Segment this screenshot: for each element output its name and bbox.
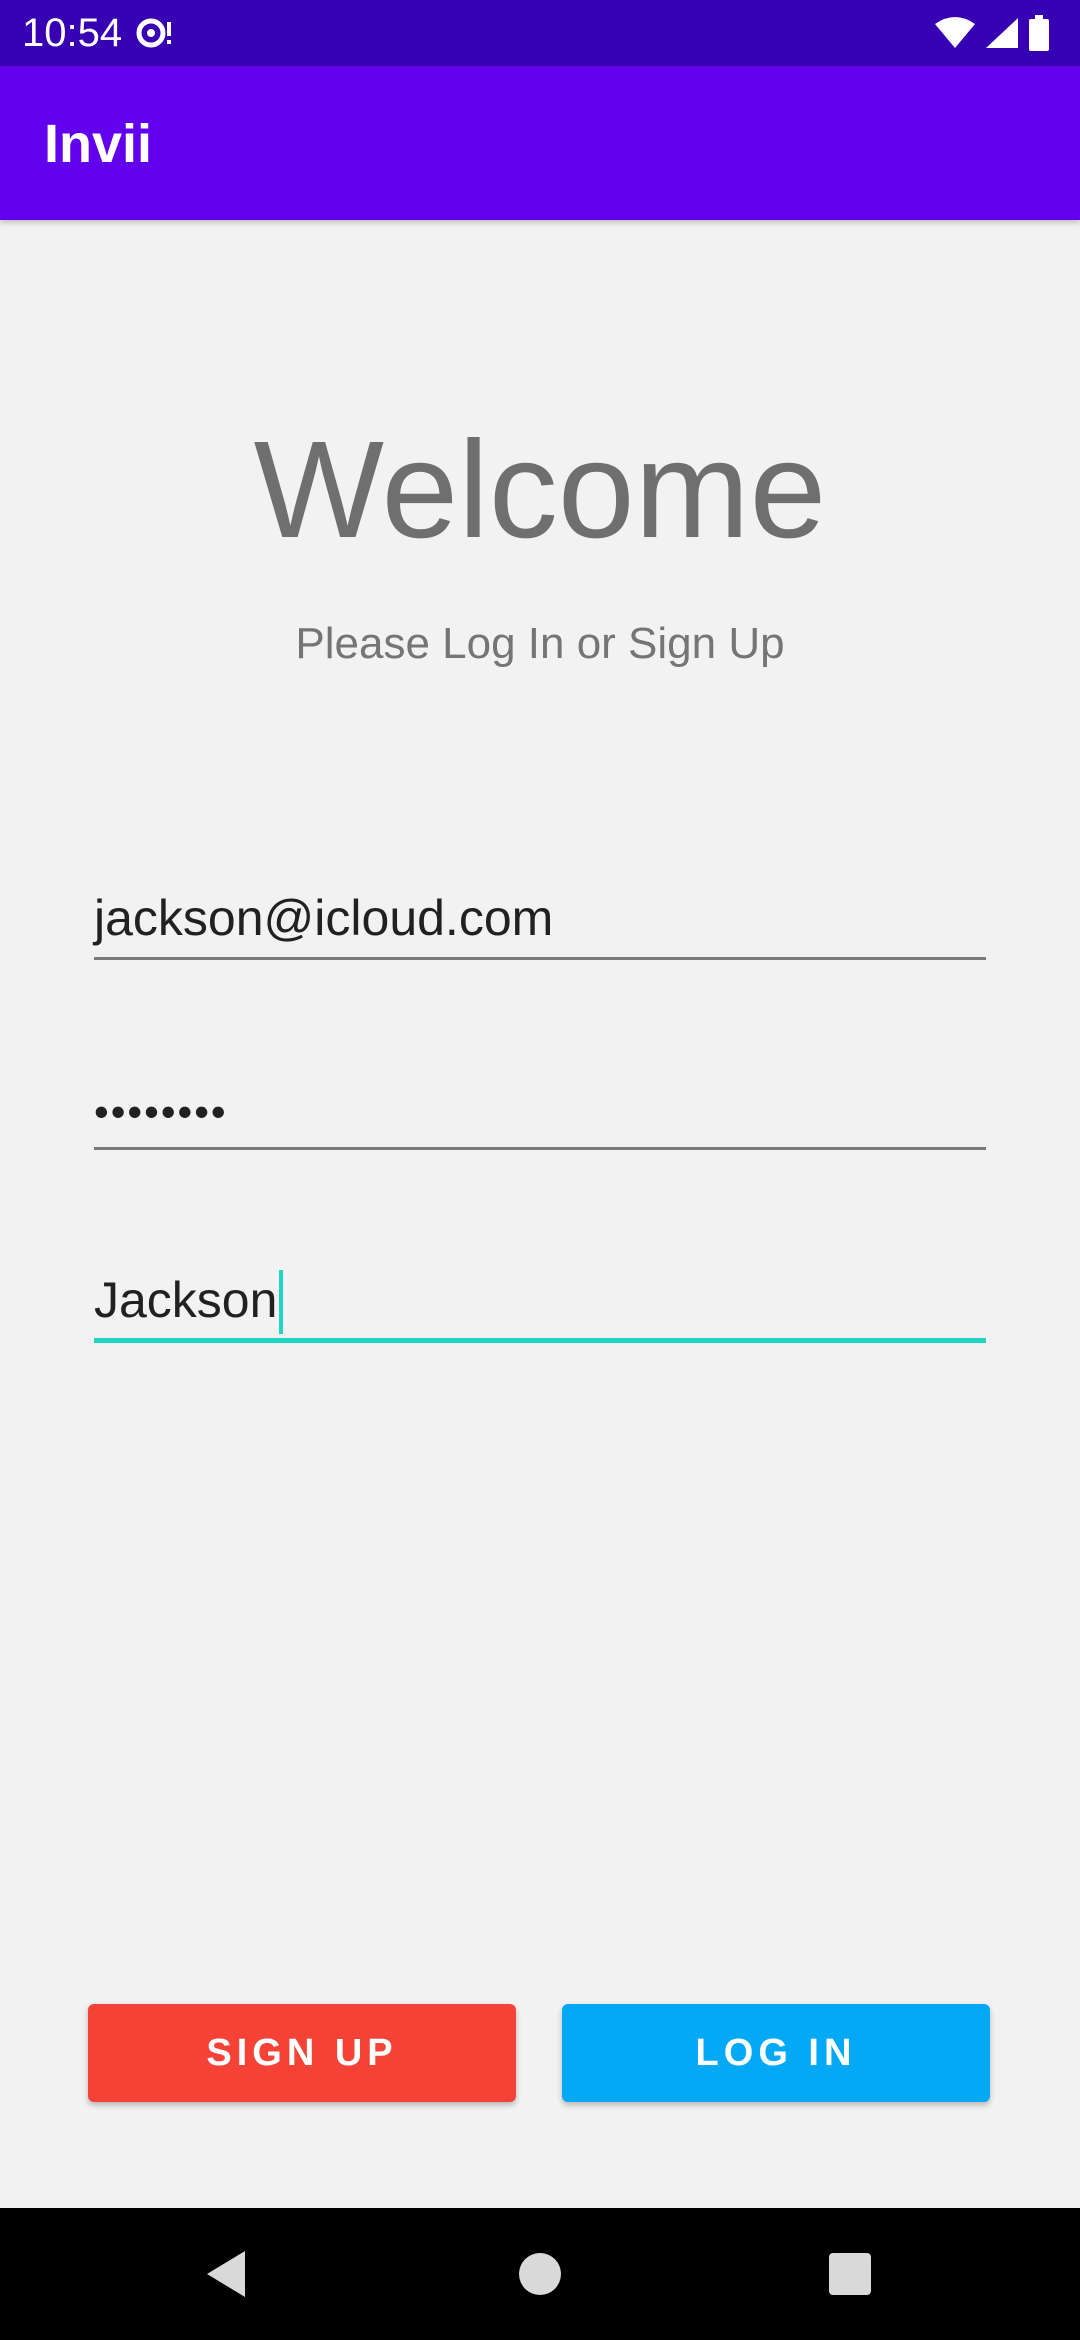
app-bar: Invii <box>0 66 1080 220</box>
text-cursor <box>279 1270 284 1334</box>
sign-up-button[interactable]: SIGN UP <box>88 2004 516 2102</box>
name-field[interactable]: Jackson <box>94 1270 986 1340</box>
back-icon[interactable] <box>186 2234 266 2314</box>
name-field-underline <box>94 1338 986 1343</box>
notification-icon <box>134 14 176 52</box>
status-bar: 10:54 <box>0 0 1080 66</box>
status-icons <box>934 14 1050 52</box>
status-time: 10:54 <box>22 11 123 55</box>
signal-icon <box>984 16 1020 50</box>
welcome-subtitle: Please Log In or Sign Up <box>295 619 785 668</box>
home-icon[interactable] <box>500 2234 580 2314</box>
wifi-icon <box>934 16 976 50</box>
password-field[interactable]: •••••••• <box>94 1082 986 1152</box>
email-field-underline <box>94 957 986 960</box>
battery-icon <box>1028 15 1050 51</box>
navigation-bar <box>0 2208 1080 2340</box>
password-field-value: •••••••• <box>94 1088 228 1135</box>
welcome-heading: Welcome <box>253 413 827 567</box>
email-field[interactable]: jackson@icloud.com <box>94 888 986 958</box>
recents-icon[interactable] <box>810 2234 890 2314</box>
log-in-button[interactable]: LOG IN <box>562 2004 990 2102</box>
name-field-value: Jackson <box>94 1272 278 1328</box>
password-field-underline <box>94 1147 986 1150</box>
app-title: Invii <box>44 114 153 174</box>
email-field-value: jackson@icloud.com <box>94 890 554 946</box>
